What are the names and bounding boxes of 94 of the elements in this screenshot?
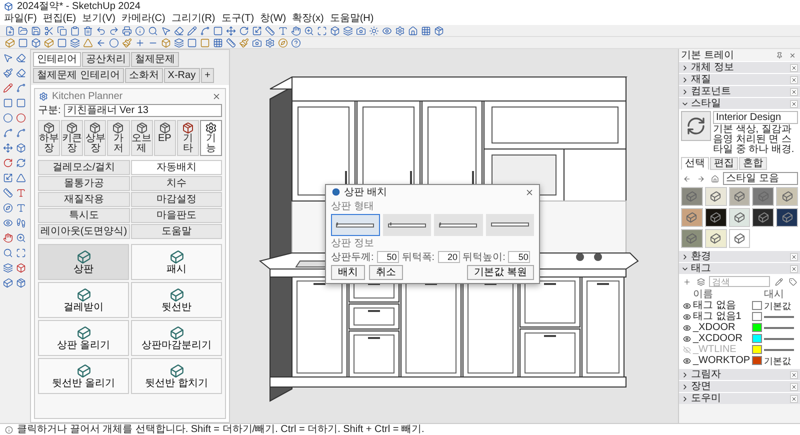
section-title: 스타일 bbox=[691, 98, 721, 109]
section-heading: 상판 정보 bbox=[330, 238, 375, 249]
category-tab[interactable]: 오브제 bbox=[130, 120, 153, 156]
panel-tab[interactable]: 소화처 bbox=[124, 68, 163, 83]
tool-button[interactable]: 상판마감분리기 bbox=[131, 320, 222, 356]
tag-name: 태그 없음1 bbox=[693, 311, 742, 322]
menu-item[interactable]: 도구(T) bbox=[221, 12, 254, 24]
category-label: 구분: bbox=[38, 105, 61, 116]
panel-tab[interactable]: + bbox=[200, 68, 214, 83]
number-field[interactable]: 50 bbox=[376, 251, 399, 263]
panel-tab[interactable]: X-Ray bbox=[164, 68, 200, 83]
dash-style[interactable]: 기본값 bbox=[764, 300, 798, 310]
dialog-button[interactable]: 배치 bbox=[331, 265, 365, 280]
style-tab[interactable]: 편집 bbox=[710, 157, 738, 170]
window-title: 2024절약* - SketchUp 2024 bbox=[17, 0, 140, 12]
style-name-field[interactable]: Interior Design bbox=[713, 111, 798, 124]
function-tab[interactable]: 재질작용 bbox=[38, 192, 130, 207]
category-tab[interactable]: 키큰장 bbox=[61, 120, 84, 156]
tag-name: 태그 없음 bbox=[693, 300, 737, 311]
dialog-button[interactable]: 기본값 복원 bbox=[467, 265, 534, 280]
tray-section-header[interactable]: 컴포넌트 bbox=[679, 85, 800, 97]
status-message: 클릭하거나 끌어서 개체를 선택합니다. Shift = 더하기/빼기. Ctrl = 더하기. Shift + Ctrl = 빼기. bbox=[17, 424, 424, 435]
style-description: 기본 색상, 질감과 음영 처리된 면 스타일 중 하나 배경. bbox=[713, 125, 796, 155]
number-field[interactable]: 50 bbox=[508, 251, 530, 263]
tag-name: _WTLINE bbox=[693, 344, 738, 355]
tray-section-header[interactable]: 환경 bbox=[679, 250, 800, 262]
dialog-title: 상판 배치 bbox=[344, 186, 387, 198]
tray-section-header[interactable]: 도우미 bbox=[679, 392, 800, 404]
function-tab[interactable]: 치수 bbox=[130, 176, 222, 191]
menu-item[interactable]: 보기(V) bbox=[82, 12, 116, 24]
tray-section-header[interactable]: 태그 bbox=[679, 262, 800, 274]
menu-item[interactable]: 그리기(R) bbox=[171, 12, 216, 24]
function-tab[interactable]: 걸레모소/걸치 bbox=[38, 160, 130, 175]
category-tab[interactable]: 기 능 bbox=[200, 120, 222, 156]
function-tab[interactable]: 특시도 bbox=[38, 208, 130, 223]
dialog-button[interactable]: 취소 bbox=[369, 265, 403, 280]
tag-name: _XCDOOR bbox=[693, 333, 744, 344]
field-label: 상판두께: bbox=[331, 252, 374, 262]
function-tab[interactable]: 레이아웃(도면양식) bbox=[38, 224, 130, 239]
panel-title: Kitchen Planner bbox=[52, 90, 123, 102]
menu-item[interactable]: 창(W) bbox=[260, 12, 286, 24]
function-tab[interactable]: 자동배치 bbox=[130, 160, 222, 175]
tool-button[interactable]: 상판 bbox=[38, 244, 129, 280]
function-tab[interactable]: 도움말 bbox=[130, 224, 222, 239]
column-header[interactable]: 이름 bbox=[693, 289, 750, 300]
section-title: 컴포넌트 bbox=[691, 86, 731, 97]
field-label: 뒤턱폭: bbox=[402, 252, 435, 262]
tray-section-header[interactable]: 스타일 bbox=[679, 97, 800, 109]
menu-item[interactable]: 카메라(C) bbox=[121, 12, 166, 24]
section-title: 태그 bbox=[691, 263, 711, 274]
tray-section-header[interactable]: 개체 정보 bbox=[679, 61, 800, 73]
tray-section-header[interactable]: 그림자 bbox=[679, 368, 800, 380]
field-label: 뒤턱높이: bbox=[462, 252, 506, 262]
menu-item[interactable]: 확장(x) bbox=[292, 12, 324, 24]
menu-item[interactable]: 도움말(H) bbox=[330, 12, 374, 24]
tag-name: _WORKTOP bbox=[693, 355, 750, 366]
style-tab[interactable]: 선택 bbox=[681, 157, 709, 170]
tool-button[interactable]: 뒷선반 합치기 bbox=[131, 358, 222, 394]
tray-section-header[interactable]: 장면 bbox=[679, 380, 800, 392]
column-header[interactable]: 대시 bbox=[764, 289, 798, 300]
style-tab[interactable]: 혼합 bbox=[739, 157, 767, 170]
category-tab[interactable]: 하부장 bbox=[38, 120, 60, 156]
section-title: 개체 정보 bbox=[691, 62, 734, 73]
category-tab[interactable]: EP bbox=[154, 120, 176, 156]
menu-item[interactable]: 파일(F) bbox=[4, 12, 37, 24]
category-tab[interactable]: 상부장 bbox=[84, 120, 106, 156]
section-title: 그림자 bbox=[691, 369, 721, 380]
function-tab[interactable]: 마감설정 bbox=[130, 192, 222, 207]
function-tab[interactable]: 몰통가공 bbox=[38, 176, 130, 191]
tool-button[interactable]: 뒷선반 bbox=[131, 282, 222, 318]
section-heading: 상판 형태 bbox=[330, 201, 375, 212]
section-title: 장면 bbox=[691, 381, 711, 392]
tool-button[interactable]: 뒷선반 올리기 bbox=[38, 358, 129, 394]
category-dropdown[interactable]: 키친플래너 Ver 13 bbox=[64, 104, 222, 117]
category-tab[interactable]: 가 저 bbox=[107, 120, 130, 156]
number-field[interactable]: 20 bbox=[438, 251, 460, 263]
panel-tab[interactable]: 철제문제 bbox=[131, 52, 179, 67]
tool-button[interactable]: 상판 올리기 bbox=[38, 320, 129, 356]
style-collection-dropdown[interactable]: 스타일 모음 bbox=[723, 172, 798, 185]
category-tab[interactable]: 기 타 bbox=[176, 120, 199, 156]
tag-name: _XDOOR bbox=[693, 322, 736, 333]
panel-tab[interactable]: 철제문제 인테리어 bbox=[33, 68, 124, 83]
tool-button[interactable]: 걸레받이 bbox=[38, 282, 129, 318]
section-title: 재질 bbox=[691, 74, 711, 85]
panel-tab[interactable]: 인테리어 bbox=[33, 52, 81, 67]
tool-button[interactable]: 패시 bbox=[131, 244, 222, 280]
tray-section-header[interactable]: 재질 bbox=[679, 73, 800, 85]
section-title: 도우미 bbox=[691, 393, 721, 404]
function-tab[interactable]: 마을판도 bbox=[130, 208, 222, 223]
panel-tab[interactable]: 공산처리 bbox=[82, 52, 130, 67]
dash-style[interactable]: 기본값 bbox=[764, 356, 798, 366]
menu-item[interactable]: 편집(E) bbox=[42, 12, 76, 24]
section-title: 환경 bbox=[691, 251, 711, 262]
tray-title: 기본 트레이 bbox=[681, 50, 734, 60]
